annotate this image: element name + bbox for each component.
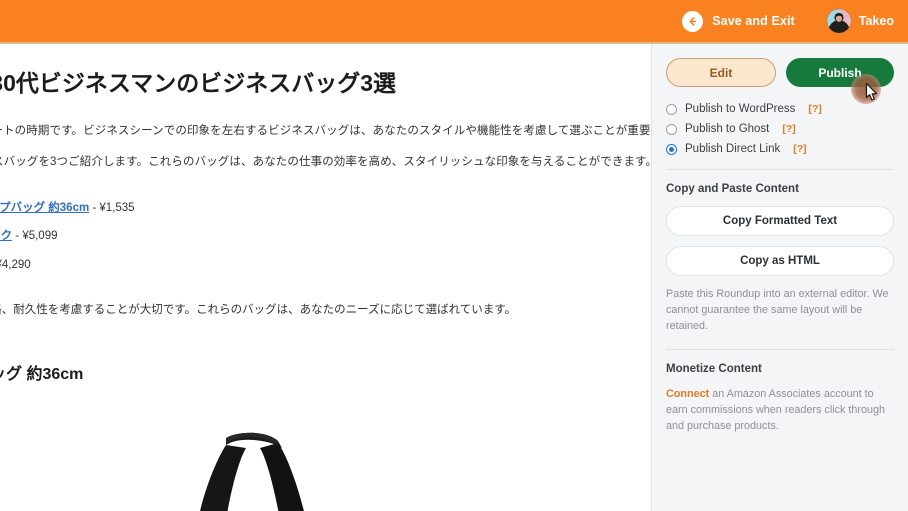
monetize-section-heading: Monetize Content [666, 362, 762, 375]
publish-target-radio-group: Publish to WordPress [?] Publish to Ghos… [666, 103, 894, 155]
radio-publish-to-ghost[interactable]: Publish to Ghost [?] [666, 123, 894, 135]
help-icon[interactable]: [?] [793, 143, 806, 155]
edit-button[interactable]: Edit [666, 58, 776, 87]
radio-publish-to-wordpress[interactable]: Publish to WordPress [?] [666, 103, 894, 115]
publish-sidebar: Edit Publish Publish to WordPress [?] Pu… [651, 44, 908, 511]
article-section-heading: シックラップトップバッグ 約36cm [0, 366, 84, 384]
radio-publish-direct-link[interactable]: Publish Direct Link [?] [666, 143, 894, 155]
publish-button[interactable]: Publish [786, 58, 894, 87]
top-bar: Save and Exit Takeo [0, 0, 908, 44]
list-item: : [グレヴィオ] ビジネスバッグ - ¥4,290 [0, 259, 650, 272]
radio-label: Publish Direct Link [685, 143, 781, 155]
avatar [826, 9, 851, 33]
app-root: Save and Exit Takeo 0代ビジネスマンのビジネスバッグ3選 ト… [0, 0, 908, 511]
copy-formatted-text-button[interactable]: Copy Formatted Text [666, 206, 894, 236]
help-icon[interactable]: [?] [782, 123, 795, 135]
user-menu[interactable]: Takeo [826, 9, 894, 33]
copy-section-heading: Copy and Paste Content [666, 183, 799, 195]
product-price: - ¥4,290 [0, 258, 31, 271]
article-paragraph-2: 際には、機能性、デザイン、価格、耐久性を考慮することが大切です。これらのバッグは… [0, 303, 517, 316]
product-list: : Amazon ベーシックラップトップバッグ 約36cm - ¥1,535 N… [0, 202, 650, 272]
list-item: : Amazon ベーシックラップトップバッグ 約36cm - ¥1,535 [0, 202, 650, 215]
divider [666, 169, 894, 170]
radio-label: Publish to Ghost [685, 123, 770, 135]
product-link[interactable]: NOGE] リュック ビジネスリュック [0, 230, 12, 242]
help-icon[interactable]: [?] [808, 103, 821, 115]
copy-section-note: Paste this Roundup into an external edit… [666, 288, 889, 333]
back-arrow-icon [682, 10, 704, 32]
radio-icon-selected[interactable] [666, 143, 677, 155]
save-and-exit-button[interactable]: Save and Exit [682, 10, 795, 32]
action-button-row: Edit Publish [666, 58, 894, 87]
copy-as-html-button[interactable]: Copy as HTML [666, 246, 894, 276]
radio-icon[interactable] [666, 103, 677, 115]
product-price: - ¥1,535 [89, 201, 135, 214]
user-name-label: Takeo [858, 14, 894, 28]
article-paragraph-line-2: ジネスマンにぴったりのビジネスバッグを3つご紹介します。これらのバッグは、あなた… [0, 156, 651, 169]
article-preview-pane[interactable]: 生活に備える！30代ビジネスマンのビジネスバッグ3選 は、あなたにとって新たなス… [0, 44, 651, 511]
article-paragraph-line-1: は、あなたにとって新たなスタートの時期です。ビジネスシーンでの印象を左右するビジ… [0, 125, 651, 138]
divider [666, 348, 894, 350]
product-image [0, 410, 650, 511]
product-price: - ¥5,099 [12, 230, 58, 243]
radio-icon[interactable] [666, 123, 677, 135]
save-and-exit-label: Save and Exit [712, 14, 795, 28]
product-link[interactable]: Amazon ベーシックラップトップバッグ 約36cm [0, 202, 89, 214]
page-title: 生活に備える！30代ビジネスマンのビジネスバッグ3選 [0, 70, 396, 96]
list-item: NOGE] リュック ビジネスリュック - ¥5,099 [0, 230, 650, 243]
monetize-section-body: Connect an Amazon Associates account to … [666, 386, 894, 435]
connect-link[interactable]: Connect [666, 388, 709, 400]
radio-label: Publish to WordPress [685, 103, 796, 115]
